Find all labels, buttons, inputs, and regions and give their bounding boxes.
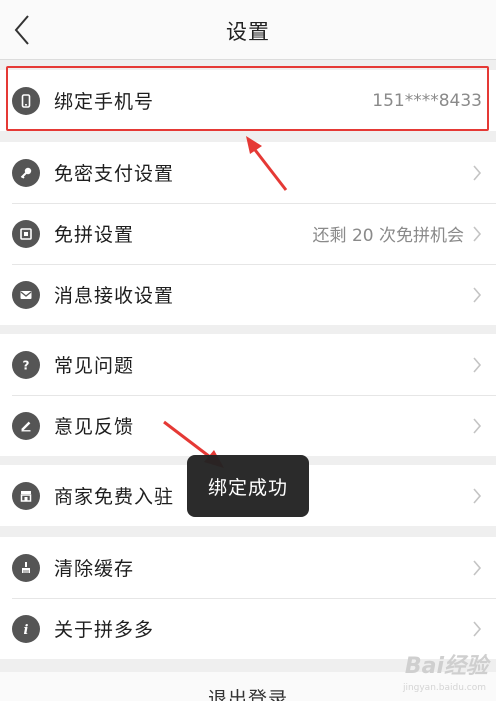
clear-cache-row[interactable]: 清除缓存 — [0, 537, 496, 598]
phone-icon — [12, 86, 40, 115]
help-group: ? 常见问题 意见反馈 — [0, 334, 496, 456]
app-group: 清除缓存 i 关于拼多多 — [0, 537, 496, 659]
chevron-right-icon — [473, 620, 482, 637]
key-icon — [12, 158, 40, 187]
feedback-row[interactable]: 意见反馈 — [0, 395, 496, 456]
message-settings-label: 消息接收设置 — [54, 285, 175, 307]
chevron-right-icon — [473, 487, 482, 504]
group-free-remaining-value: 还剩 20 次免拼机会 — [312, 226, 464, 246]
chevron-right-icon — [473, 225, 482, 242]
message-settings-row[interactable]: 消息接收设置 — [0, 264, 496, 325]
bind-phone-label: 绑定手机号 — [54, 91, 155, 113]
payment-group: 免密支付设置 免拼设置 还剩 20 次免拼机会 消息接收设置 — [0, 142, 496, 325]
chevron-right-icon — [473, 559, 482, 576]
faq-row[interactable]: ? 常见问题 — [0, 334, 496, 395]
store-icon — [12, 481, 40, 510]
password-free-payment-row[interactable]: 免密支付设置 — [0, 142, 496, 203]
broom-icon — [12, 553, 40, 582]
clear-cache-label: 清除缓存 — [54, 558, 135, 580]
group-free-settings-row[interactable]: 免拼设置 还剩 20 次免拼机会 — [0, 203, 496, 264]
chevron-right-icon — [473, 286, 482, 303]
watermark-url: jingyan.baidu.com — [402, 683, 486, 693]
phone-number-value: 151****8433 — [372, 90, 482, 111]
coupon-icon — [12, 219, 40, 248]
chevron-right-icon — [473, 356, 482, 373]
bind-phone-row[interactable]: 绑定手机号 151****8433 — [0, 70, 496, 131]
svg-text:?: ? — [23, 358, 30, 372]
pencil-icon — [12, 411, 40, 440]
chevron-right-icon — [473, 164, 482, 181]
chevron-right-icon — [473, 417, 482, 434]
about-label: 关于拼多多 — [54, 619, 155, 641]
svg-text:i: i — [24, 623, 29, 637]
toast-message: 绑定成功 — [187, 455, 309, 517]
account-group: 绑定手机号 151****8433 — [0, 70, 496, 131]
merchant-join-label: 商家免费入驻 — [54, 486, 175, 508]
password-free-payment-label: 免密支付设置 — [54, 163, 175, 185]
page-title: 设置 — [226, 20, 270, 44]
question-icon: ? — [12, 350, 40, 379]
watermark-logo: Bai经验 — [404, 654, 488, 679]
mail-icon — [12, 280, 40, 309]
faq-label: 常见问题 — [54, 355, 135, 377]
feedback-label: 意见反馈 — [54, 416, 135, 438]
group-free-settings-label: 免拼设置 — [54, 224, 135, 246]
top-bar: 设置 — [0, 0, 496, 60]
info-icon: i — [12, 614, 40, 643]
